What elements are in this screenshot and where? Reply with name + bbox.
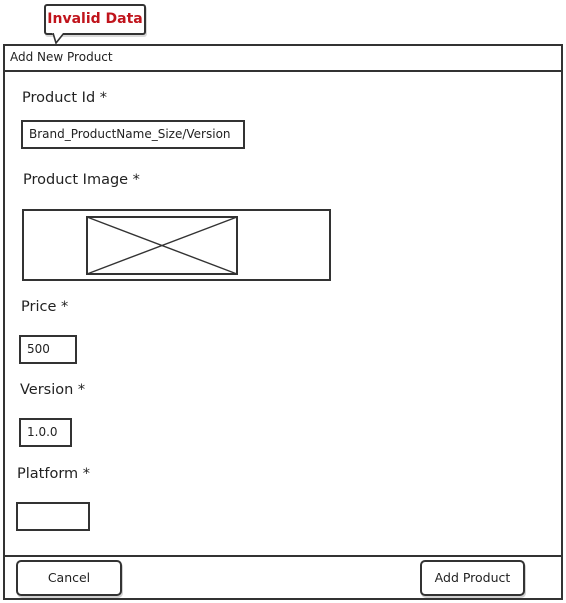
platform-label: Platform *: [17, 466, 91, 482]
canvas: Invalid Data Add New Product Product Id …: [0, 0, 566, 603]
version-input[interactable]: 1.0.0: [19, 418, 72, 447]
dialog-title: Add New Product: [10, 50, 113, 64]
product-image-dropzone[interactable]: [22, 209, 331, 281]
version-label: Version *: [20, 382, 86, 398]
dialog-titlebar: Add New Product: [5, 46, 561, 72]
price-label: Price *: [21, 299, 69, 315]
invalid-data-text: Invalid Data: [47, 11, 143, 27]
image-placeholder-icon: [86, 216, 238, 275]
product-id-label: Product Id *: [22, 90, 108, 106]
add-product-button[interactable]: Add Product: [420, 560, 525, 596]
cancel-button[interactable]: Cancel: [16, 560, 122, 596]
platform-input[interactable]: [16, 502, 90, 531]
price-input[interactable]: 500: [19, 335, 77, 364]
footer-divider: [5, 555, 561, 557]
invalid-data-tooltip: Invalid Data: [44, 4, 146, 45]
product-image-label: Product Image *: [23, 172, 140, 188]
product-id-input[interactable]: Brand_ProductName_Size/Version: [21, 120, 245, 149]
add-product-dialog: Add New Product Product Id * Brand_Produ…: [3, 44, 563, 600]
